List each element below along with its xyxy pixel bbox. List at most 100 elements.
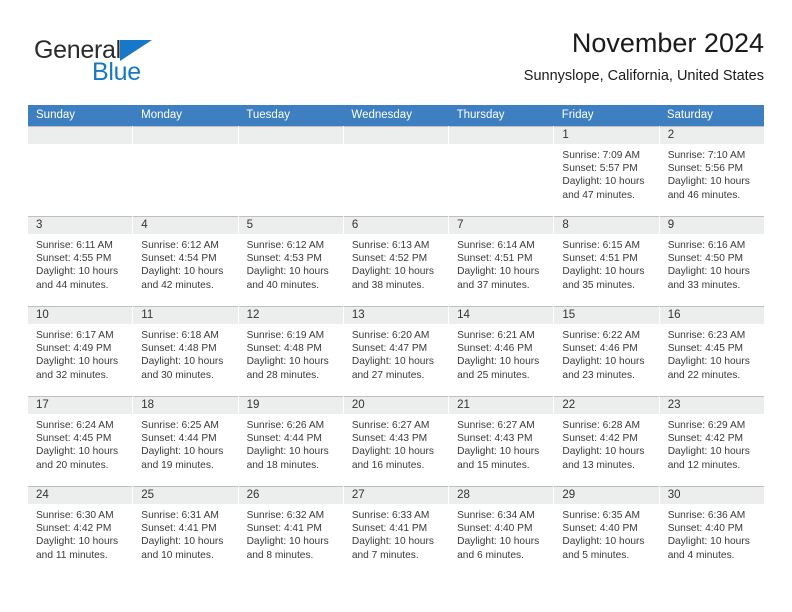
daylight-duration-line2: and 10 minutes. [141,549,214,561]
calendar-day-cell[interactable]: 13 Sunrise: 6:20 AM Sunset: 4:47 PM Dayligh… [343,306,450,396]
day-number-band [343,126,449,144]
calendar-day-cell[interactable]: 17 Sunrise: 6:24 AM Sunset: 4:45 PM Dayligh… [28,396,134,486]
calendar-day-cell[interactable]: 22 Sunrise: 6:28 AM Sunset: 4:42 PM Dayligh… [554,396,660,486]
weekday-header-sunday: Sunday [36,109,76,121]
calendar-week-row: 10 Sunrise: 6:17 AM Sunset: 4:49 PM Dayligh… [28,306,764,396]
day-details: Sunrise: 6:24 AM Sunset: 4:45 PM Daylight:… [28,414,132,472]
daylight-duration-line1: Daylight: 10 hours [562,356,645,368]
calendar-day-cell[interactable]: 15 Sunrise: 6:22 AM Sunset: 4:46 PM Dayligh… [554,306,660,396]
sunrise-time: Sunrise: 6:33 AM [351,510,430,521]
daylight-duration-line2: and 13 minutes. [562,459,635,471]
sunrise-time: Sunrise: 6:12 AM [246,240,325,251]
sunset-time: Sunset: 4:50 PM [667,253,744,265]
calendar-week-row: 1 Sunrise: 7:09 AM Sunset: 5:57 PM Daylight… [28,126,764,216]
day-number: 26 [246,489,260,501]
sunset-time: Sunset: 4:49 PM [36,343,112,355]
sunset-time: Sunset: 4:55 PM [36,253,112,265]
day-number: 3 [36,219,43,231]
daylight-duration-line1: Daylight: 10 hours [246,356,329,368]
calendar-day-cell-empty [449,126,555,216]
sunset-time: Sunset: 4:42 PM [36,523,112,535]
daylight-duration-line2: and 40 minutes. [246,279,320,291]
calendar-day-cell[interactable]: 20 Sunrise: 6:27 AM Sunset: 4:43 PM Dayligh… [343,396,450,486]
calendar-day-cell[interactable]: 12 Sunrise: 6:19 AM Sunset: 4:48 PM Dayligh… [238,306,344,396]
calendar-day-cell[interactable]: 25 Sunrise: 6:31 AM Sunset: 4:41 PM Dayligh… [133,486,239,576]
daylight-duration-line2: and 18 minutes. [246,459,320,471]
sunrise-time: Sunrise: 6:21 AM [457,330,535,341]
calendar-day-cell[interactable]: 29 Sunrise: 6:35 AM Sunset: 4:40 PM Dayligh… [554,486,660,576]
day-number: 22 [562,399,576,411]
calendar-day-cell[interactable]: 6 Sunrise: 6:13 AM Sunset: 4:52 PM Daylight… [343,216,450,306]
day-number-band: 28 [449,486,554,504]
day-details: Sunrise: 6:13 AM Sunset: 4:52 PM Daylight:… [344,234,448,292]
day-number-band [133,126,238,144]
sunset-time: Sunset: 4:40 PM [457,523,533,535]
day-number-band: 10 [28,306,133,324]
daylight-duration-line1: Daylight: 10 hours [36,266,119,278]
sunrise-time: Sunrise: 6:22 AM [562,330,640,341]
daylight-duration-line2: and 19 minutes. [141,459,214,471]
day-number-band: 4 [133,216,238,234]
sunset-time: Sunset: 4:51 PM [562,253,638,265]
daylight-duration-line2: and 5 minutes. [562,549,630,561]
calendar-day-cell[interactable]: 18 Sunrise: 6:25 AM Sunset: 4:44 PM Dayligh… [133,396,239,486]
calendar-day-cell[interactable]: 5 Sunrise: 6:12 AM Sunset: 4:53 PM Daylight… [238,216,344,306]
daylight-duration-line1: Daylight: 10 hours [36,356,119,368]
calendar-day-cell[interactable]: 28 Sunrise: 6:34 AM Sunset: 4:40 PM Dayligh… [449,486,555,576]
calendar-day-cell[interactable]: 3 Sunrise: 6:11 AM Sunset: 4:55 PM Daylight… [28,216,134,306]
sunrise-time: Sunrise: 7:09 AM [562,150,640,161]
calendar-day-cell[interactable]: 27 Sunrise: 6:33 AM Sunset: 4:41 PM Dayligh… [343,486,450,576]
sunset-time: Sunset: 4:48 PM [141,343,217,355]
day-number: 28 [457,489,470,501]
day-number-band: 20 [343,396,449,414]
calendar-day-cell[interactable]: 7 Sunrise: 6:14 AM Sunset: 4:51 PM Daylight… [449,216,555,306]
calendar-day-cell[interactable]: 11 Sunrise: 6:18 AM Sunset: 4:48 PM Dayligh… [133,306,239,396]
calendar-day-cell[interactable]: 1 Sunrise: 7:09 AM Sunset: 5:57 PM Daylight… [554,126,660,216]
sunrise-time: Sunrise: 6:26 AM [246,420,325,431]
calendar-day-cell[interactable]: 30 Sunrise: 6:36 AM Sunset: 4:40 PM Dayligh… [659,486,764,576]
day-number-band: 12 [238,306,343,324]
day-details: Sunrise: 6:27 AM Sunset: 4:43 PM Daylight:… [344,414,448,472]
calendar-day-cell[interactable]: 23 Sunrise: 6:29 AM Sunset: 4:42 PM Dayligh… [659,396,764,486]
calendar-day-cell[interactable]: 4 Sunrise: 6:12 AM Sunset: 4:54 PM Daylight… [133,216,239,306]
sunset-time: Sunset: 4:46 PM [457,343,533,355]
calendar-day-cell[interactable]: 21 Sunrise: 6:27 AM Sunset: 4:43 PM Dayligh… [449,396,555,486]
daylight-duration-line1: Daylight: 10 hours [246,536,329,548]
day-number-band: 9 [659,216,764,234]
day-number: 12 [246,309,260,321]
daylight-duration-line1: Daylight: 10 hours [246,266,329,278]
day-number: 25 [141,489,155,501]
sunset-time: Sunset: 4:54 PM [141,253,217,265]
calendar-day-cell[interactable]: 2 Sunrise: 7:10 AM Sunset: 5:56 PM Daylight… [659,126,764,216]
brand-logo[interactable]: General Blue [34,32,224,94]
day-number-band: 29 [554,486,659,504]
day-number-band: 7 [449,216,554,234]
calendar-week-row: 24 Sunrise: 6:30 AM Sunset: 4:42 PM Dayligh… [28,486,764,576]
sunrise-time: Sunrise: 6:32 AM [246,510,325,521]
day-number-band: 2 [659,126,764,144]
daylight-duration-line1: Daylight: 10 hours [667,536,750,548]
calendar-day-cell[interactable]: 8 Sunrise: 6:15 AM Sunset: 4:51 PM Daylight… [554,216,660,306]
sunrise-time: Sunrise: 6:27 AM [457,420,535,431]
calendar-day-cell[interactable]: 16 Sunrise: 6:23 AM Sunset: 4:45 PM Dayligh… [659,306,764,396]
day-details: Sunrise: 6:31 AM Sunset: 4:41 PM Daylight:… [133,504,237,562]
calendar-day-cell[interactable]: 9 Sunrise: 6:16 AM Sunset: 4:50 PM Daylight… [659,216,764,306]
weekday-header-monday: Monday [141,109,183,121]
day-details: Sunrise: 6:18 AM Sunset: 4:48 PM Daylight:… [133,324,237,382]
calendar-day-cell[interactable]: 24 Sunrise: 6:30 AM Sunset: 4:42 PM Dayligh… [28,486,134,576]
calendar-day-cell[interactable]: 26 Sunrise: 6:32 AM Sunset: 4:41 PM Dayligh… [238,486,344,576]
day-number-band: 16 [659,306,764,324]
calendar-day-cell[interactable]: 10 Sunrise: 6:17 AM Sunset: 4:49 PM Dayligh… [28,306,134,396]
day-number-band [238,126,343,144]
calendar-day-cell[interactable]: 19 Sunrise: 6:26 AM Sunset: 4:44 PM Dayligh… [238,396,344,486]
daylight-duration-line2: and 15 minutes. [457,459,530,471]
sunset-time: Sunset: 4:45 PM [667,343,744,355]
brand-name-blue: Blue [92,58,141,86]
calendar-day-cell[interactable]: 14 Sunrise: 6:21 AM Sunset: 4:46 PM Dayligh… [449,306,555,396]
day-number-band: 5 [238,216,343,234]
sunset-time: Sunset: 4:52 PM [351,253,428,265]
sunset-time: Sunset: 4:41 PM [141,523,217,535]
daylight-duration-line2: and 11 minutes. [36,549,108,561]
sunrise-time: Sunrise: 6:20 AM [351,330,430,341]
page-header: General Blue November 2024 Sunnyslope, C… [28,28,764,100]
